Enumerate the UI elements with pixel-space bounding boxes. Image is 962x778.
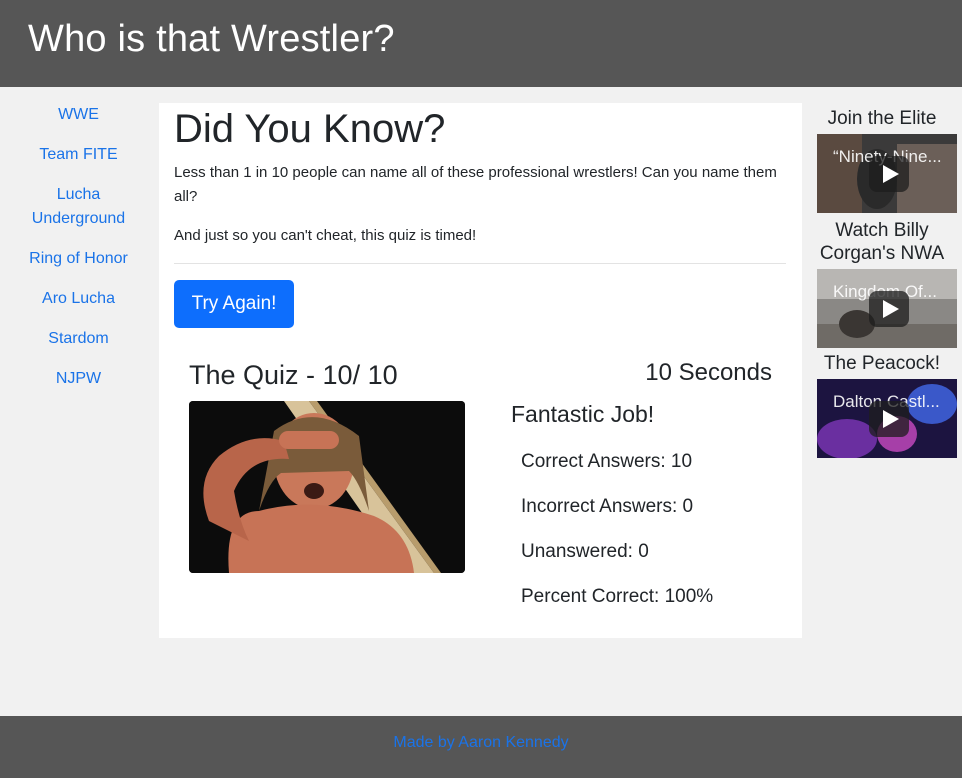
play-icon[interactable] <box>869 401 909 437</box>
intro-text: Less than 1 in 10 people can name all of… <box>174 164 777 205</box>
nav-link-lucha-underground[interactable]: Lucha Underground <box>0 183 157 231</box>
nav-link-ring-of-honor[interactable]: Ring of Honor <box>0 247 157 271</box>
play-icon[interactable] <box>869 291 909 327</box>
wrestler-image <box>189 401 465 573</box>
nav-link-stardom[interactable]: Stardom <box>0 327 157 351</box>
video-title-elite: Join the Elite <box>827 108 937 129</box>
play-icon[interactable] <box>869 156 909 192</box>
video-title-peacock: The Peacock! <box>823 353 941 374</box>
results-heading: Fantastic Job! <box>511 401 655 427</box>
top-header: Who is that Wrestler? <box>0 0 962 87</box>
left-nav: WWE Team FITE Lucha Underground Ring of … <box>0 103 157 407</box>
try-again-button[interactable]: Try Again! <box>174 280 294 328</box>
incorrect-answers: Incorrect Answers: 0 <box>521 496 694 517</box>
video-title-nwa: Watch Billy Corgan's NWA <box>819 220 945 264</box>
page-headline: Did You Know? <box>174 107 446 151</box>
nav-link-wwe[interactable]: WWE <box>0 103 157 127</box>
nav-link-team-fite[interactable]: Team FITE <box>0 143 157 167</box>
percent-correct: Percent Correct: 100% <box>521 586 714 607</box>
video-sidebar: Join the Elite “Ninety-Nine... Watch Bil… <box>812 103 957 462</box>
main-card: Did You Know? Less than 1 in 10 people c… <box>159 103 802 638</box>
nav-link-aro-lucha[interactable]: Aro Lucha <box>0 287 157 311</box>
footer: Made by Aaron Kennedy <box>0 716 962 778</box>
site-title: Who is that Wrestler? <box>28 18 395 60</box>
wrestler-photo <box>189 401 465 573</box>
unanswered-count: Unanswered: 0 <box>521 541 649 562</box>
video-thumbnail-peacock[interactable]: Dalton Castl... <box>817 379 957 458</box>
timer: 10 Seconds <box>645 359 772 386</box>
video-thumbnail-elite[interactable]: “Ninety-Nine... <box>817 134 957 213</box>
quiz-title: The Quiz - 10/ 10 <box>189 360 398 390</box>
correct-answers: Correct Answers: 10 <box>521 451 693 472</box>
timed-note: And just so you can't cheat, this quiz i… <box>174 227 477 244</box>
nav-link-njpw[interactable]: NJPW <box>0 367 157 391</box>
divider <box>174 263 786 264</box>
video-thumbnail-nwa[interactable]: Kingdom Of... <box>817 269 957 348</box>
footer-credit-link[interactable]: Made by Aaron Kennedy <box>0 734 962 752</box>
